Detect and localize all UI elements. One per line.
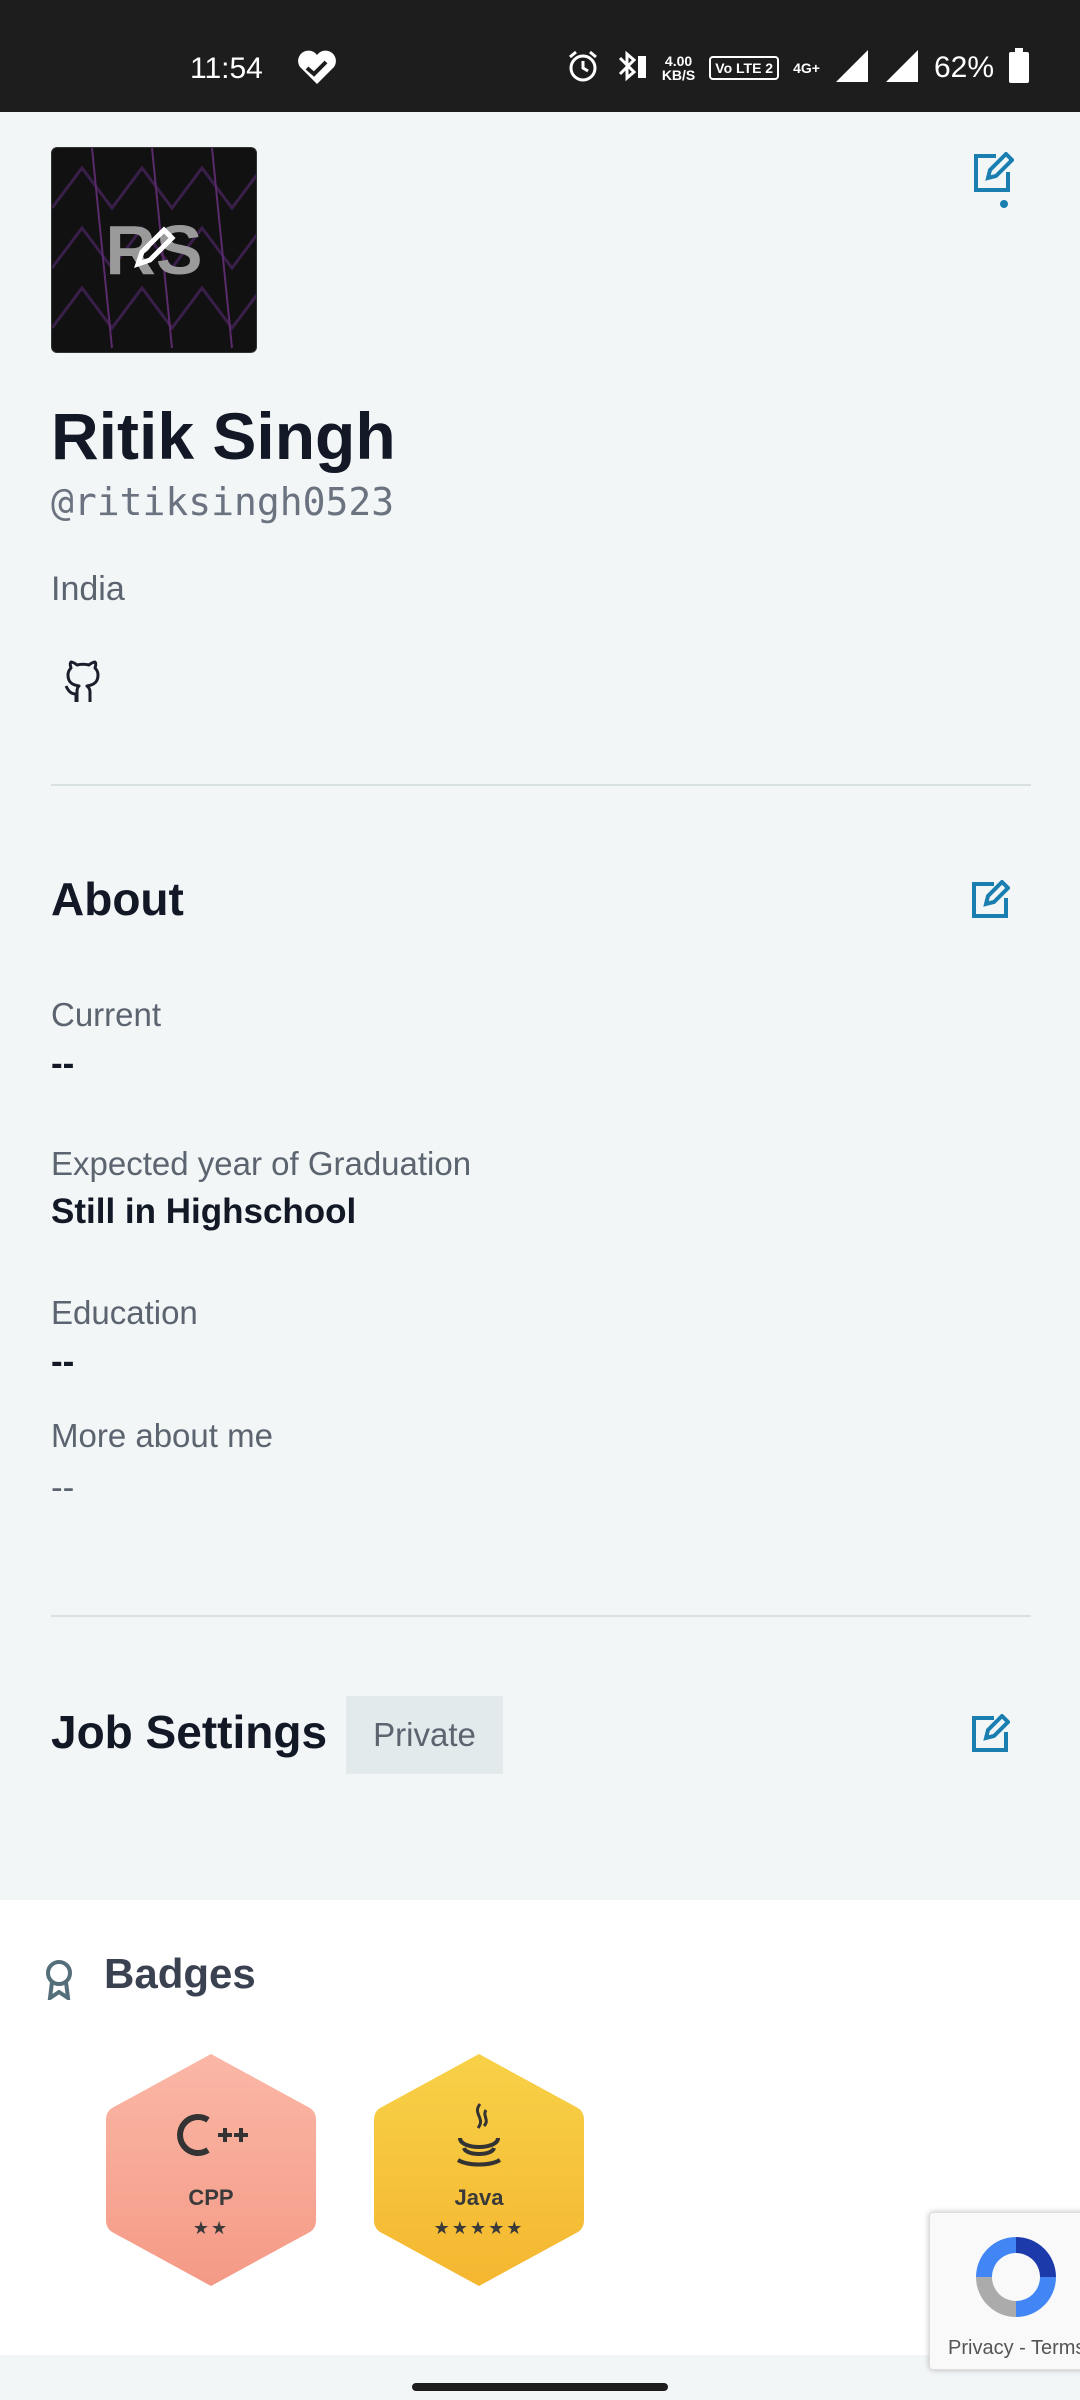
divider-1 (51, 784, 1031, 786)
about-education-value: -- (51, 1342, 75, 1381)
badge-java-stars: ★★★★★ (433, 2218, 525, 2239)
ribbon-icon (42, 1958, 76, 2004)
cpp-icon (174, 2110, 248, 2164)
home-indicator[interactable] (412, 2383, 668, 2391)
java-icon (452, 2100, 506, 2174)
profile-country: India (51, 570, 125, 608)
status-icons: 4.00 KB/S Vo LTE 2 4G+ 62% (566, 48, 1030, 88)
job-settings-title: Job Settings (51, 1706, 328, 1758)
edit-about-icon[interactable] (970, 879, 1011, 924)
about-education-label: Education (51, 1294, 198, 1331)
recaptcha-icon (966, 2227, 1066, 2331)
avatar[interactable]: RS (51, 147, 257, 353)
badge-java[interactable]: Java ★★★★★ (370, 2050, 588, 2290)
about-graduation-value: Still in Highschool (51, 1192, 357, 1231)
about-more-label: More about me (51, 1417, 273, 1454)
profile-name: Ritik Singh (51, 399, 396, 473)
divider-2 (51, 1615, 1031, 1617)
badge-java-label: Java (454, 2185, 504, 2210)
net-speed: 4.00 KB/S (661, 53, 696, 83)
badge-cpp[interactable]: CPP ★★ (102, 2050, 320, 2290)
about-title: About (51, 873, 184, 925)
about-graduation-label: Expected year of Graduation (51, 1145, 472, 1182)
about-more-value: -- (51, 1468, 75, 1507)
battery-icon (1008, 48, 1030, 88)
profile-username: @ritiksingh0523 (51, 480, 395, 524)
heart-icon (296, 50, 338, 90)
alarm-icon (566, 49, 600, 87)
about-current-value: -- (51, 1044, 75, 1083)
about-current-label: Current (51, 996, 162, 1033)
badges-title: Badges (104, 1950, 256, 1997)
signal-icon (834, 48, 870, 88)
battery-percent: 62% (933, 51, 994, 84)
edit-profile-icon[interactable] (970, 151, 1015, 214)
github-icon[interactable] (60, 660, 106, 710)
edit-job-settings-icon[interactable] (970, 1713, 1011, 1758)
visibility-badge: Private (346, 1696, 503, 1774)
badge-cpp-label: CPP (188, 2185, 234, 2210)
status-time: 11:54 (190, 52, 263, 85)
recaptcha-links[interactable]: Privacy - Terms (948, 2337, 1080, 2360)
pencil-icon[interactable] (130, 224, 178, 276)
badge-cpp-stars: ★★ (192, 2218, 230, 2239)
bluetooth-icon (614, 48, 648, 88)
status-bar: 11:54 4.00 KB/S Vo LTE 2 4G+ 62% (0, 0, 1080, 112)
signal-icon-2 (884, 48, 920, 88)
volte-indicator: Vo LTE 2 (709, 56, 780, 80)
network-type: 4G+ (793, 60, 820, 76)
recaptcha-badge[interactable]: Privacy - Terms (929, 2212, 1080, 2370)
